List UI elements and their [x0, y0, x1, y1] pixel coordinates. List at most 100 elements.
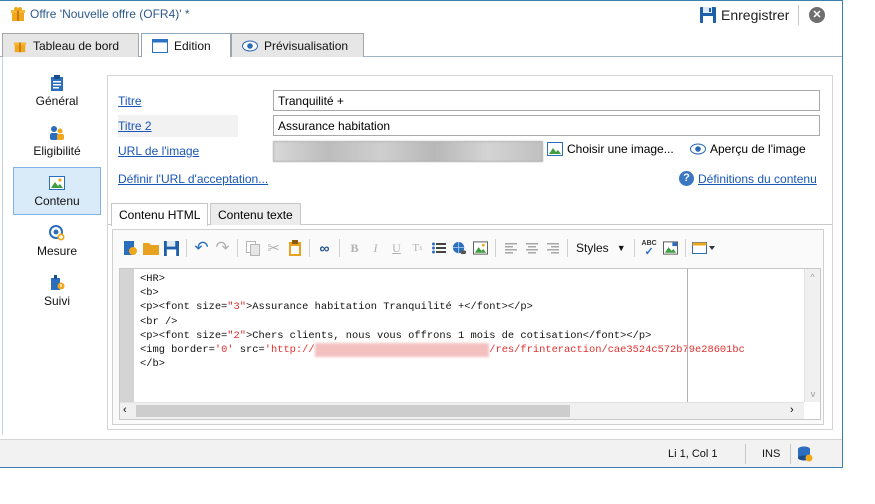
- align-right-icon[interactable]: [542, 238, 563, 259]
- scroll-left-icon[interactable]: ‹: [123, 404, 127, 416]
- link-globe-icon[interactable]: [449, 238, 470, 259]
- new-document-icon[interactable]: [119, 238, 140, 259]
- accept-url-row: Définir l'URL d'acceptation...: [118, 168, 268, 190]
- sidebar-item-label: Mesure: [36, 243, 77, 258]
- code-content[interactable]: <HR> <b> <p><font size="3">Assurance habit…: [140, 272, 745, 371]
- title-bar: Offre 'Nouvelle offre (OFR4)' * Enregist…: [0, 1, 842, 29]
- bold-icon[interactable]: B: [344, 238, 365, 259]
- code-attr: 'http://: [264, 344, 315, 357]
- edition-body: Général Eligibilité Contenu Mesure Suivi…: [2, 57, 840, 435]
- sidebar-item-suivi[interactable]: Suivi: [13, 267, 101, 315]
- spellcheck-icon[interactable]: ABC ✓: [639, 238, 660, 259]
- clear-format-icon[interactable]: Tx: [407, 238, 428, 259]
- cut-icon[interactable]: ✂: [263, 238, 284, 259]
- database-icon: [798, 446, 813, 462]
- horizontal-scroll-thumb[interactable]: [136, 405, 570, 417]
- tab-contenu-texte[interactable]: Contenu texte: [210, 203, 301, 225]
- url-image-field[interactable]: [273, 141, 543, 162]
- redo-icon[interactable]: ↷: [212, 238, 233, 259]
- code-tag: <p><font size=: [140, 329, 228, 342]
- url-image-row: URL de l'image: [118, 140, 199, 162]
- code-line: <p><font size="3">Assurance habitation T…: [140, 300, 745, 314]
- tab-label: Prévisualisation: [264, 38, 349, 53]
- accept-url-link[interactable]: Définir l'URL d'acceptation...: [118, 172, 268, 186]
- code-line: <b>: [140, 287, 159, 300]
- styles-dropdown[interactable]: Styles ▼: [572, 238, 630, 258]
- sidebar-item-general[interactable]: Général: [13, 67, 101, 115]
- paste-icon[interactable]: [284, 238, 305, 259]
- tab-label: Edition: [174, 39, 211, 53]
- eye-icon: [242, 40, 258, 51]
- tab-contenu-html[interactable]: Contenu HTML: [111, 203, 209, 226]
- choose-image-button[interactable]: Choisir une image...: [547, 142, 674, 156]
- save-label: Enregistrer: [721, 7, 790, 23]
- image-properties-icon[interactable]: [660, 238, 681, 259]
- tab-edition[interactable]: Edition: [141, 33, 231, 58]
- scroll-down-icon[interactable]: v: [805, 389, 821, 399]
- content-panel: Titre Tranquilité + Titre 2 Assurance ha…: [107, 75, 833, 430]
- html-editor: ↶ ↷ ✂ ∞ B I U T x Styles ▼ ABC ✓ <HR> <b…: [112, 229, 824, 425]
- code-line: </b>: [140, 358, 165, 371]
- code-line: <br />: [140, 315, 178, 328]
- window-icon: [152, 39, 168, 53]
- toolbar-separator: [186, 239, 187, 257]
- code-editor[interactable]: <HR> <b> <p><font size="3">Assurance habit…: [119, 268, 821, 420]
- url-image-link[interactable]: URL de l'image: [118, 144, 199, 158]
- content-tabs: Contenu HTML Contenu texte: [108, 203, 832, 226]
- content-definitions-link[interactable]: ? Définitions du contenu: [679, 171, 817, 186]
- sidebar-item-eligibilite[interactable]: Eligibilité: [13, 117, 101, 165]
- more-options-icon[interactable]: [690, 238, 718, 259]
- sidebar-item-mesure[interactable]: Mesure: [13, 217, 101, 265]
- horizontal-scrollbar[interactable]: ‹ ›: [120, 402, 804, 419]
- tab-tableau-de-bord[interactable]: Tableau de bord: [2, 33, 139, 57]
- undo-icon[interactable]: ↶: [191, 238, 212, 259]
- save-icon[interactable]: [161, 238, 182, 259]
- save-button[interactable]: Enregistrer: [700, 5, 789, 25]
- bullet-list-icon[interactable]: [428, 238, 449, 259]
- find-binoculars-icon[interactable]: ∞: [314, 238, 335, 259]
- close-button[interactable]: ✕: [809, 7, 825, 23]
- image-icon: [547, 142, 563, 156]
- insert-image-icon[interactable]: [470, 238, 491, 259]
- content-editor-area: Contenu HTML Contenu texte ↶ ↷ ✂ ∞ B I U…: [108, 203, 832, 429]
- code-text: src=: [233, 344, 265, 357]
- sidebar-item-label: Contenu: [34, 193, 80, 208]
- sidebar-item-label: Eligibilité: [33, 143, 81, 158]
- copy-icon[interactable]: [242, 238, 263, 259]
- tab-label: Tableau de bord: [33, 38, 120, 53]
- code-tag: <img border=: [140, 344, 215, 357]
- status-separator: [745, 444, 746, 464]
- insert-mode: INS: [762, 448, 781, 460]
- align-left-icon[interactable]: [500, 238, 521, 259]
- editor-toolbar: ↶ ↷ ✂ ∞ B I U T x Styles ▼ ABC ✓: [119, 237, 718, 259]
- preview-image-button[interactable]: Aperçu de l'image: [690, 142, 806, 156]
- chevron-down-icon: ▼: [616, 243, 626, 253]
- help-icon: ?: [679, 171, 694, 186]
- image-icon: [49, 175, 65, 190]
- window-title: Offre 'Nouvelle offre (OFR4)' *: [30, 7, 190, 21]
- titre2-row: Titre 2: [118, 115, 238, 137]
- titre2-field[interactable]: Assurance habitation: [273, 115, 820, 136]
- tab-previsualisation[interactable]: Prévisualisation: [231, 33, 364, 57]
- toolbar-separator: [567, 239, 568, 257]
- status-separator: [790, 444, 791, 464]
- scroll-up-icon[interactable]: ^: [805, 272, 820, 282]
- italic-icon[interactable]: I: [365, 238, 386, 259]
- code-gutter: [120, 269, 134, 402]
- code-tag: <p><font size=: [140, 301, 228, 314]
- code-line: <p><font size="2">Chers clients, nous vo…: [140, 329, 745, 343]
- titre2-link[interactable]: Titre 2: [118, 119, 152, 133]
- open-folder-icon[interactable]: [140, 238, 161, 259]
- code-attr: "3": [227, 301, 247, 314]
- scroll-right-icon[interactable]: ›: [790, 404, 794, 416]
- eye-icon: [690, 143, 706, 155]
- sidebar-item-contenu[interactable]: Contenu: [13, 167, 101, 215]
- align-center-icon[interactable]: [521, 238, 542, 259]
- toolbar-separator: [684, 239, 686, 257]
- toolbar-separator: [237, 239, 238, 257]
- vertical-scrollbar[interactable]: ^ v: [804, 269, 820, 402]
- titre-link[interactable]: Titre: [118, 94, 142, 108]
- toolbar-separator: [309, 239, 310, 257]
- underline-icon[interactable]: U: [386, 238, 407, 259]
- titre-field[interactable]: Tranquilité +: [273, 90, 820, 111]
